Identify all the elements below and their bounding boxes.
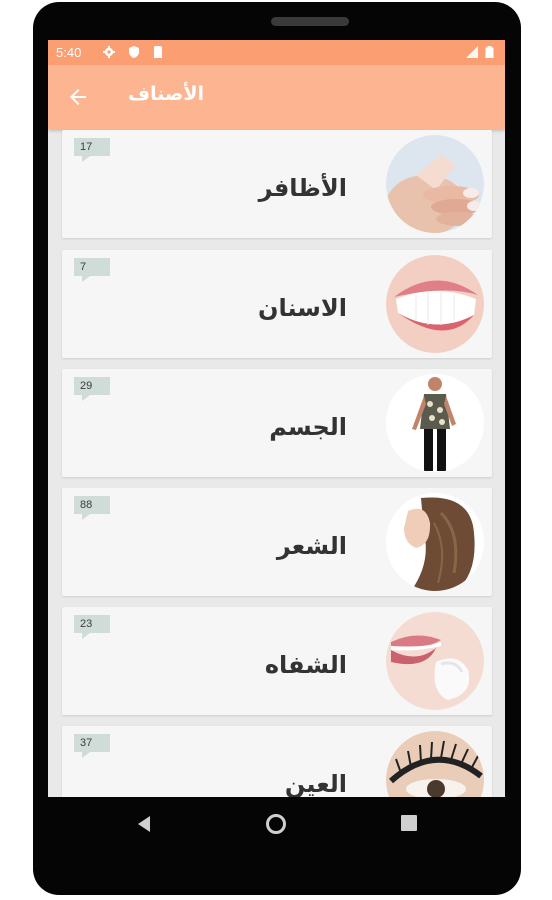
- speaker-grille: [271, 17, 349, 26]
- category-image-eye: [386, 731, 484, 797]
- status-time: 5:40: [56, 45, 82, 60]
- count-badge: 7: [74, 258, 110, 282]
- settings-icon: [103, 46, 115, 58]
- category-title: الشفاه: [264, 651, 347, 679]
- count-badge: 23: [74, 615, 110, 639]
- category-title: الاسنان: [258, 294, 347, 322]
- category-card-body[interactable]: 29 الجسم: [62, 369, 492, 477]
- app-bar: الأصناف: [48, 65, 505, 129]
- circle-home-icon[interactable]: [265, 813, 287, 835]
- shield-icon: [129, 46, 139, 58]
- count-badge: 88: [74, 496, 110, 520]
- signal-icon: [466, 46, 478, 58]
- triangle-back-icon[interactable]: [136, 814, 152, 834]
- category-card-nails[interactable]: 17 الأظافر: [62, 130, 492, 238]
- square-recents-icon[interactable]: [400, 814, 418, 832]
- category-card-eye[interactable]: 37 العين: [62, 726, 492, 797]
- sim-icon: [154, 46, 162, 58]
- system-nav-bar: [33, 797, 521, 853]
- category-image-teeth: [386, 255, 484, 353]
- category-title: العين: [284, 770, 347, 797]
- category-image-body: [386, 374, 484, 472]
- category-image-lips: [386, 612, 484, 710]
- status-bar: 5:40: [48, 40, 505, 65]
- category-card-hair[interactable]: 88 الشعر: [62, 488, 492, 596]
- category-title: الأظافر: [258, 174, 347, 202]
- category-image-nails: [386, 135, 484, 233]
- count-badge: 37: [74, 734, 110, 758]
- category-list[interactable]: 17 الأظافر 7 الاسنان 29 الجسم 88 الشعر 2…: [48, 129, 505, 797]
- category-title: الجسم: [269, 413, 347, 441]
- count-badge: 17: [74, 138, 110, 162]
- count-badge: 29: [74, 377, 110, 401]
- battery-icon: [485, 46, 494, 58]
- page-title: الأصناف: [128, 83, 204, 105]
- category-image-hair: [386, 493, 484, 591]
- screen: 5:40 الأصناف 17 الأظافر 7 الاسنان 29 الج…: [48, 40, 505, 797]
- category-title: الشعر: [276, 532, 347, 560]
- category-card-teeth[interactable]: 7 الاسنان: [62, 250, 492, 358]
- arrow-left-icon[interactable]: [66, 85, 90, 109]
- category-card-lips[interactable]: 23 الشفاه: [62, 607, 492, 715]
